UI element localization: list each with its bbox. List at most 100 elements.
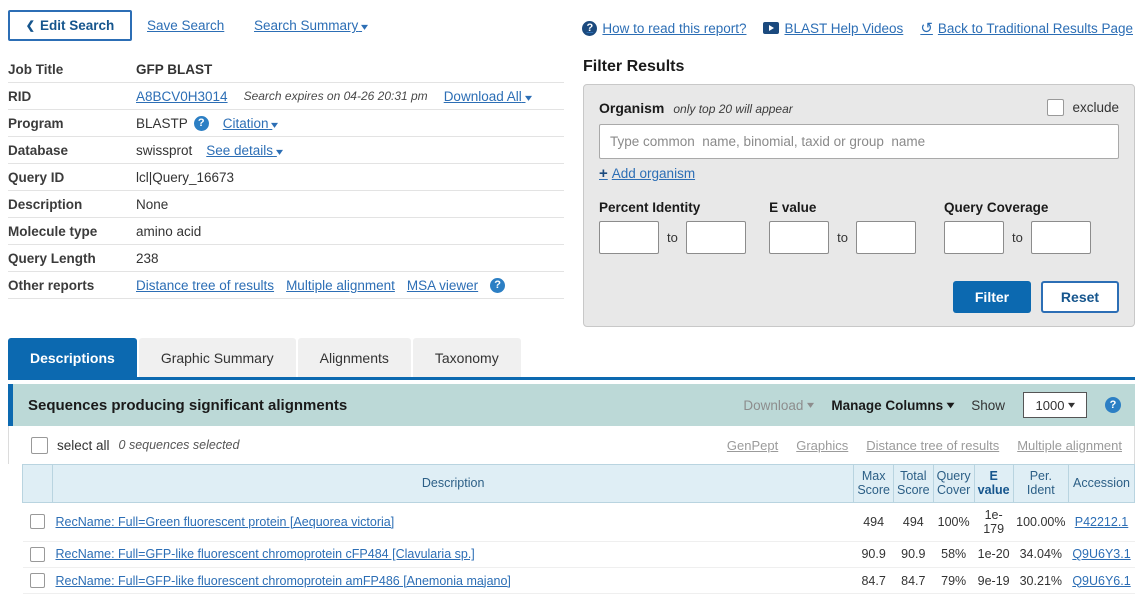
row-total-score: 90.9 — [893, 541, 934, 568]
info-row-job-title: Job Title GFP BLAST — [8, 56, 564, 83]
exclude-checkbox[interactable] — [1047, 99, 1065, 116]
how-to-read-report-link[interactable]: ? How to read this report? — [582, 20, 747, 36]
edit-search-label: Edit Search — [39, 18, 115, 33]
row-checkbox[interactable] — [30, 546, 45, 562]
edit-search-button[interactable]: ❮ Edit Search — [8, 10, 132, 41]
row-checkbox[interactable] — [30, 573, 45, 589]
search-expires-text: Search expires on 04-26 20:31 pm — [243, 89, 428, 103]
select-all-checkbox[interactable] — [31, 436, 48, 454]
tab-underline — [8, 377, 1135, 380]
info-label-database: Database — [8, 142, 69, 158]
genpept-link[interactable]: GenPept — [727, 438, 778, 453]
video-play-icon — [763, 22, 780, 34]
organism-label-group: Organism only top 20 will appear — [599, 100, 793, 116]
job-info-table: Job Title GFP BLAST RID A8BCV0H3014 Sear… — [8, 56, 564, 299]
show-count-value: 1000 — [1035, 397, 1065, 413]
graphics-link[interactable]: Graphics — [796, 438, 848, 453]
evalue-to-input[interactable] — [855, 221, 916, 254]
query-coverage-from-input[interactable] — [944, 221, 1005, 254]
organism-row: Organism only top 20 will appear exclude — [599, 99, 1119, 116]
info-label-query-id: Query ID — [8, 169, 65, 185]
row-description-cell: RecName: Full=GFP-like fluorescent chrom… — [52, 567, 854, 594]
info-value-database: swissprot See details ▾ — [136, 143, 564, 158]
tab-descriptions[interactable]: Descriptions — [8, 338, 137, 377]
multiple-alignment-results-link[interactable]: Multiple alignment — [1017, 438, 1122, 453]
query-coverage-label: Query Coverage — [944, 200, 1049, 215]
info-row-molecule-type: Molecule type amino acid — [8, 218, 564, 245]
row-accession-cell: Q9U6Y6.1 — [1068, 567, 1135, 594]
search-summary-label: Search Summary — [254, 18, 359, 33]
organism-input[interactable] — [599, 124, 1119, 159]
row-checkbox-cell — [22, 567, 53, 594]
chevron-down-icon: ▾ — [1068, 399, 1076, 411]
header-e-value[interactable]: E value — [973, 464, 1014, 503]
reset-button[interactable]: Reset — [1041, 281, 1119, 313]
blast-help-videos-link[interactable]: BLAST Help Videos — [763, 21, 903, 36]
tab-taxonomy[interactable]: Taxonomy — [412, 338, 521, 377]
chevron-down-icon: ▾ — [275, 146, 283, 158]
how-to-read-label: How to read this report? — [602, 20, 747, 36]
query-coverage-inputs: to — [944, 221, 1119, 254]
search-summary-dropdown[interactable]: Search Summary ▾ — [254, 18, 369, 33]
save-search-link[interactable]: Save Search — [147, 18, 224, 33]
header-description[interactable]: Description — [51, 464, 855, 503]
row-per-ident: 100.00% — [1013, 502, 1069, 542]
download-all-dropdown[interactable]: Download All ▾ — [444, 89, 532, 104]
description-link[interactable]: RecName: Full=GFP-like fluorescent chrom… — [56, 547, 475, 561]
results-help-icon[interactable]: ? — [1105, 397, 1121, 413]
multiple-alignment-link[interactable]: Multiple alignment — [286, 278, 395, 293]
table-row: RecName: Full=Green fluorescent protein … — [22, 502, 1135, 542]
program-help-icon[interactable]: ? — [193, 115, 209, 131]
description-link[interactable]: RecName: Full=Green fluorescent protein … — [56, 515, 395, 529]
manage-columns-dropdown[interactable]: Manage Columns ▾ — [831, 398, 955, 413]
row-total-score: 494 — [893, 502, 934, 542]
header-total-score[interactable]: Total Score — [892, 464, 934, 503]
show-count-select[interactable]: 1000 ▾ — [1023, 392, 1087, 418]
header-max-score[interactable]: Max Score — [853, 464, 894, 503]
filter-results-panel: Organism only top 20 will appear exclude… — [583, 84, 1135, 327]
percent-identity-label: Percent Identity — [599, 200, 701, 215]
add-organism-link[interactable]: + Add organism — [599, 165, 695, 182]
chevron-down-icon: ▾ — [947, 399, 955, 411]
download-dropdown[interactable]: Download ▾ — [743, 398, 815, 413]
row-checkbox-cell — [22, 541, 53, 568]
citation-dropdown[interactable]: Citation ▾ — [223, 116, 279, 131]
evalue-from-input[interactable] — [769, 221, 830, 254]
exclude-group: exclude — [1047, 99, 1119, 116]
distance-tree-results-link[interactable]: Distance tree of results — [866, 438, 999, 453]
row-checkbox[interactable] — [30, 514, 45, 530]
header-accession[interactable]: Accession — [1068, 464, 1135, 503]
selection-action-links: GenPept Graphics Distance tree of result… — [727, 438, 1122, 453]
results-header-bar: Sequences producing significant alignmen… — [8, 384, 1135, 426]
chevron-down-icon: ▾ — [361, 22, 369, 33]
see-details-dropdown[interactable]: See details ▾ — [206, 143, 283, 158]
chevron-down-icon: ▾ — [807, 399, 815, 411]
percent-identity-from-input[interactable] — [599, 221, 659, 254]
query-coverage-to-input[interactable] — [1030, 221, 1091, 254]
distance-tree-link[interactable]: Distance tree of results — [136, 278, 274, 293]
help-videos-label: BLAST Help Videos — [784, 20, 904, 36]
other-reports-help-icon[interactable]: ? — [490, 277, 506, 293]
header-query-cover[interactable]: Query Cover — [932, 464, 975, 503]
header-per-ident[interactable]: Per. Ident — [1012, 464, 1070, 503]
info-row-database: Database swissprot See details ▾ — [8, 137, 564, 164]
tab-graphic-summary[interactable]: Graphic Summary — [138, 338, 296, 377]
select-all-label: select all — [57, 437, 110, 453]
back-to-traditional-results-link[interactable]: ↺ Back to Traditional Results Page — [920, 19, 1133, 37]
accession-link[interactable]: Q9U6Y3.1 — [1072, 547, 1130, 561]
msa-viewer-link[interactable]: MSA viewer — [407, 278, 478, 293]
percent-identity-to-input[interactable] — [685, 221, 746, 254]
info-row-program: Program BLASTP ? Citation ▾ — [8, 110, 564, 137]
results-table: Description Max Score Total Score Query … — [22, 464, 1135, 594]
row-per-ident: 30.21% — [1013, 567, 1069, 594]
select-all-row: select all 0 sequences selected GenPept … — [8, 426, 1135, 464]
rid-link[interactable]: A8BCV0H3014 — [136, 89, 228, 104]
header-checkbox-column — [22, 464, 53, 503]
accession-link[interactable]: Q9U6Y6.1 — [1072, 574, 1130, 588]
query-coverage-filter: Query Coverage to — [944, 200, 1119, 254]
tab-alignments[interactable]: Alignments — [297, 338, 411, 377]
accession-link[interactable]: P42212.1 — [1075, 515, 1129, 529]
filter-button[interactable]: Filter — [953, 281, 1031, 313]
description-link[interactable]: RecName: Full=GFP-like fluorescent chrom… — [56, 574, 511, 588]
info-value-query-length: 238 — [136, 250, 159, 266]
